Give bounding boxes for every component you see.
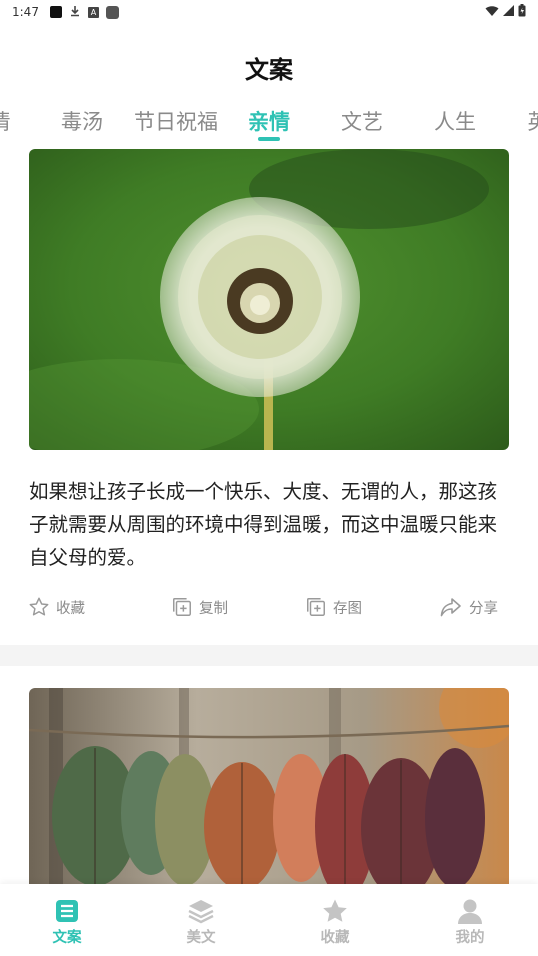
person-icon: [458, 899, 482, 924]
page-title: 文案: [245, 56, 293, 84]
notification-app-icon: [49, 6, 62, 18]
nav-label-articles: 美文: [186, 930, 216, 946]
tab-family[interactable]: 亲情: [248, 106, 290, 136]
a-notification-icon: A: [87, 6, 99, 18]
copy-icon: [173, 598, 191, 616]
save-image-button[interactable]: 存图: [305, 596, 362, 618]
favorite-label: 收藏: [56, 600, 85, 617]
tab-du-tang[interactable]: 毒汤: [61, 106, 103, 136]
favorite-button[interactable]: 收藏: [28, 596, 85, 618]
share-button[interactable]: 分享: [439, 596, 498, 618]
share-arrow-icon: [440, 598, 461, 617]
tab-literary[interactable]: 文艺: [341, 106, 383, 136]
status-bar: 1:47 A: [0, 0, 538, 24]
battery-icon: [518, 4, 526, 20]
save-image-icon: [307, 598, 325, 616]
tab-partial-left[interactable]: 情: [0, 106, 11, 136]
star-outline-icon: [29, 597, 49, 616]
nav-label-profile: 我的: [455, 930, 485, 946]
star-icon: [323, 899, 347, 922]
active-tab-indicator: [258, 137, 280, 141]
post-image-leaves[interactable]: [29, 688, 509, 884]
layers-icon: [188, 900, 214, 924]
wifi-icon: [485, 5, 499, 20]
post-image-dandelion[interactable]: [29, 149, 509, 450]
save-image-label: 存图: [333, 600, 362, 617]
signal-icon: [503, 5, 514, 19]
nav-profile[interactable]: 我的: [430, 898, 510, 947]
post-actions: 收藏 复制 存图 分享: [0, 596, 538, 624]
post-card: 如果想让孩子长成一个快乐、大度、无谓的人，那这孩子就需要从周围的环境中得到温暖，…: [0, 148, 538, 645]
nav-copywriting[interactable]: 文案: [27, 898, 107, 947]
post-text: 如果想让孩子长成一个快乐、大度、无谓的人，那这孩子就需要从周围的环境中得到温暖，…: [29, 480, 498, 569]
post-feed[interactable]: 如果想让孩子长成一个快乐、大度、无谓的人，那这孩子就需要从周围的环境中得到温暖，…: [0, 148, 538, 884]
document-icon: [56, 900, 78, 922]
nav-favorites[interactable]: 收藏: [295, 898, 375, 947]
copy-label: 复制: [199, 600, 228, 617]
notification-square-icon: [105, 5, 119, 19]
tab-festival-wishes[interactable]: 节日祝福: [134, 106, 218, 136]
card-divider: [0, 645, 538, 666]
copy-button[interactable]: 复制: [171, 596, 228, 618]
tab-partial-right[interactable]: 英: [528, 106, 538, 136]
download-icon: [69, 5, 81, 20]
nav-articles[interactable]: 美文: [161, 898, 241, 947]
nav-label-copywriting: 文案: [52, 930, 82, 946]
tab-life[interactable]: 人生: [434, 106, 476, 136]
post-card: [0, 666, 538, 884]
share-label: 分享: [469, 600, 498, 617]
status-time: 1:47: [12, 5, 39, 19]
bottom-nav: 文案 美文 收藏 我的: [0, 884, 538, 956]
nav-label-favorites: 收藏: [320, 930, 350, 946]
